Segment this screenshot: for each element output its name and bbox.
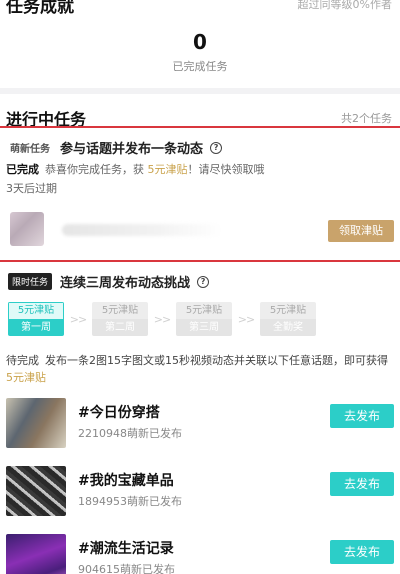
topic-post-count: 904615萌新已发布 [78, 563, 175, 574]
step-week-3: 5元津贴 第三周 [176, 302, 232, 336]
publish-button[interactable]: 去发布 [330, 404, 394, 428]
step-arrow: >> [237, 312, 255, 326]
publish-button[interactable]: 去发布 [330, 472, 394, 496]
status-text: 恭喜你完成任务，获 [45, 163, 144, 176]
step-full-attendance: 5元津贴 全勤奖 [260, 302, 316, 336]
list-item-topic[interactable]: #今日份穿搭 2210948萌新已发布 去发布 [0, 398, 400, 454]
step-week-1: 5元津贴 第一周 [8, 302, 64, 336]
help-icon[interactable]: ? [197, 275, 210, 288]
topic-name: #潮流生活记录 [78, 541, 174, 557]
step-label: 全勤奖 [260, 319, 316, 336]
task-header: 萌新任务 参与话题并发布一条动态 ? [10, 138, 223, 157]
topic-post-count: 2210948萌新已发布 [78, 427, 182, 440]
task-description: 待完成 发布一条2图15字图文或15秒视频动态并关联以下任意话题，即可获得 5元津贴 [6, 352, 394, 386]
topic-thumbnail [6, 398, 66, 448]
description-reward: 5元津贴 [6, 371, 46, 384]
step-arrow: >> [69, 312, 87, 326]
status-text-end: ！请尽快领取哦 [187, 163, 265, 176]
task-title: 参与话题并发布一条动态 [60, 142, 204, 157]
task-card-newbie: 萌新任务 参与话题并发布一条动态 ? 已完成 恭喜你完成任务，获 5元津贴！请尽快… [0, 126, 400, 262]
step-reward: 5元津贴 [260, 302, 316, 319]
step-week-2: 5元津贴 第二周 [92, 302, 148, 336]
step-reward: 5元津贴 [8, 302, 64, 319]
topic-post-count: 1894953萌新已发布 [78, 495, 182, 508]
achievements-title: 任务成就 [6, 0, 74, 17]
topic-thumbnail [6, 466, 66, 516]
publish-button[interactable]: 去发布 [330, 540, 394, 564]
task-tag: 萌新任务 [10, 144, 50, 155]
completed-label: 已完成任务 [172, 60, 228, 73]
topic-name: #我的宝藏单品 [78, 473, 174, 489]
claim-reward-button[interactable]: 领取津贴 [328, 220, 394, 242]
task-tag-limited: 限时任务 [8, 273, 53, 290]
list-item-topic[interactable]: #我的宝藏单品 1894953萌新已发布 去发布 [0, 466, 400, 522]
description-text: 发布一条2图15字图文或15秒视频动态并关联以下任意话题，即可获得 [45, 354, 388, 367]
task-page: 任务成就 超过同等级0%作者 0 已完成任务 进行中任务 共2个任务 萌新任务 … [0, 0, 400, 574]
step-label: 第二周 [92, 319, 148, 336]
step-label: 第一周 [8, 319, 64, 336]
task-expiry: 3天后过期 [6, 182, 57, 195]
topic-thumbnail [6, 534, 66, 574]
topic-name: #今日份穿搭 [78, 405, 160, 421]
post-preview-blurred [62, 224, 222, 236]
achievements-rank: 超过同等级0%作者 [297, 0, 392, 11]
step-reward: 5元津贴 [92, 302, 148, 319]
task-title-challenge: 连续三周发布动态挑战 [60, 276, 191, 291]
completed-count: 0 [193, 30, 207, 54]
weekly-steps: 5元津贴 第一周 >> 5元津贴 第二周 >> 5元津贴 第三周 >> 5元津贴… [8, 302, 394, 336]
help-icon[interactable]: ? [210, 141, 223, 154]
pending-label: 待完成 [6, 354, 39, 367]
section-divider [0, 88, 400, 94]
post-thumbnail[interactable] [10, 212, 44, 246]
task-status: 已完成 恭喜你完成任务，获 5元津贴！请尽快领取哦 [6, 161, 265, 177]
task-header-challenge: 限时任务 连续三周发布动态挑战 ? [8, 272, 210, 291]
step-reward: 5元津贴 [176, 302, 232, 319]
list-item-topic[interactable]: #潮流生活记录 904615萌新已发布 去发布 [0, 534, 400, 574]
in-progress-count: 共2个任务 [341, 112, 392, 125]
step-label: 第三周 [176, 319, 232, 336]
status-done: 已完成 [6, 163, 39, 176]
reward-text: 5元津贴 [147, 163, 188, 176]
achievements-header: 任务成就 超过同等级0%作者 [6, 0, 392, 17]
step-arrow: >> [153, 312, 171, 326]
